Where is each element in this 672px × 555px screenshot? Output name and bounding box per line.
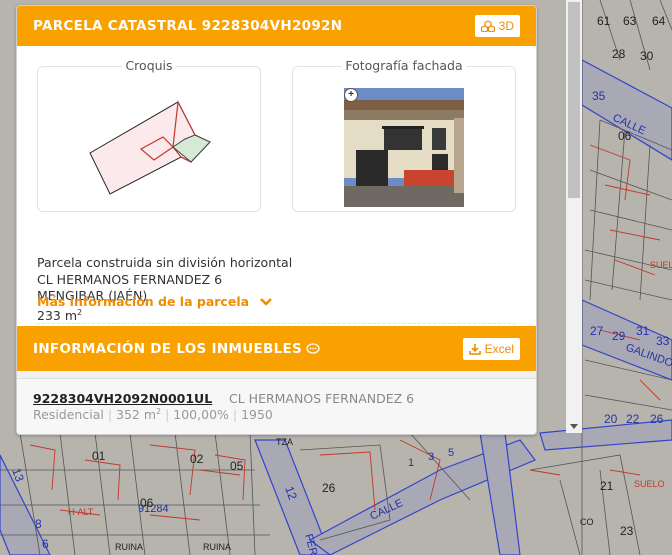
svg-text:30: 30 xyxy=(640,49,654,63)
svg-text:31: 31 xyxy=(636,324,650,338)
svg-text:6: 6 xyxy=(42,537,49,551)
view-3d-button[interactable]: 3D xyxy=(474,15,520,37)
svg-text:23: 23 xyxy=(620,524,634,538)
property-row[interactable]: 9228304VH2092N0001UL CL HERMANOS FERNAND… xyxy=(17,378,536,434)
svg-text:02: 02 xyxy=(190,452,204,466)
parcel-title: PARCELA CATASTRAL 9228304VH2092N xyxy=(33,18,343,34)
cubes-icon xyxy=(480,20,495,32)
svg-text:CO: CO xyxy=(580,517,594,527)
svg-text:28: 28 xyxy=(612,47,626,61)
facade-label: Fotografía fachada xyxy=(342,58,466,73)
svg-text:SUELO: SUELO xyxy=(650,260,672,270)
property-use: Residencial xyxy=(33,407,104,423)
svg-text:27: 27 xyxy=(590,324,604,338)
property-reference-link[interactable]: 9228304VH2092N0001UL xyxy=(33,391,212,406)
facade-image xyxy=(344,88,464,207)
chevron-down-icon xyxy=(260,297,272,306)
svg-text:26: 26 xyxy=(650,412,664,426)
svg-text:21: 21 xyxy=(600,479,614,493)
svg-text:64: 64 xyxy=(652,14,666,28)
panel-scrollbar[interactable] xyxy=(566,0,582,433)
parcel-info-panel: PARCELA CATASTRAL 9228304VH2092N 3D Croq… xyxy=(16,5,537,435)
divider xyxy=(37,323,516,324)
parcel-header: PARCELA CATASTRAL 9228304VH2092N 3D xyxy=(17,6,536,46)
svg-text:26: 26 xyxy=(322,481,336,495)
svg-text:H-ALT: H-ALT xyxy=(68,507,94,517)
svg-text:61: 61 xyxy=(597,14,611,28)
more-info-link[interactable]: Más información de la parcela xyxy=(37,294,273,309)
svg-text:5: 5 xyxy=(448,447,454,459)
sketch-card[interactable]: Croquis xyxy=(37,58,261,212)
svg-text:TZA: TZA xyxy=(276,437,293,447)
excel-export-button[interactable]: Excel xyxy=(462,337,520,360)
svg-text:3: 3 xyxy=(428,451,434,463)
property-share: 100,00% xyxy=(173,407,229,423)
svg-text:05: 05 xyxy=(230,459,244,473)
properties-title: INFORMACIÓN DE LOS INMUEBLES xyxy=(33,340,303,357)
svg-text:20: 20 xyxy=(604,412,618,426)
svg-text:8: 8 xyxy=(35,517,42,531)
parcel-address: CL HERMANOS FERNANDEZ 6 xyxy=(37,271,223,287)
svg-text:29: 29 xyxy=(612,329,626,343)
svg-text:63: 63 xyxy=(623,14,637,28)
svg-text:22: 22 xyxy=(626,412,640,426)
svg-text:1: 1 xyxy=(408,457,414,469)
facade-photo[interactable]: + xyxy=(344,88,464,207)
svg-text:RUINA: RUINA xyxy=(203,542,231,552)
property-area: 352 m xyxy=(116,407,157,423)
svg-text:35: 35 xyxy=(592,89,606,103)
comment-icon[interactable] xyxy=(306,342,320,355)
properties-header: INFORMACIÓN DE LOS INMUEBLES Excel xyxy=(17,326,536,371)
scrollbar-thumb[interactable] xyxy=(568,2,580,198)
svg-text:01: 01 xyxy=(92,449,106,463)
facade-card[interactable]: Fotografía fachada + xyxy=(292,58,516,212)
svg-text:RUINA: RUINA xyxy=(115,542,143,552)
svg-text:SUELO: SUELO xyxy=(634,479,665,489)
zoom-in-icon[interactable]: + xyxy=(344,88,358,102)
parcel-type: Parcela construida sin división horizont… xyxy=(37,255,293,270)
download-icon xyxy=(468,343,481,355)
property-area-sup: 2 xyxy=(156,407,162,416)
view-3d-label: 3D xyxy=(498,19,514,33)
svg-text:33: 33 xyxy=(656,334,670,348)
more-info-label: Más información de la parcela xyxy=(37,294,250,309)
property-meta: Residencial | 352 m2 | 100,00% | 1950 xyxy=(33,407,273,423)
svg-text:06: 06 xyxy=(140,496,154,510)
property-year: 1950 xyxy=(241,407,273,423)
parcel-details: Parcela construida sin división horizont… xyxy=(37,255,292,324)
parcel-area-value: 233 m xyxy=(37,307,78,323)
sketch-label: Croquis xyxy=(122,58,176,73)
parcel-body: Croquis Fotografía fachada + Parcela con… xyxy=(17,46,536,326)
property-address: CL HERMANOS FERNANDEZ 6 xyxy=(229,391,415,406)
parcel-sketch xyxy=(89,99,211,195)
excel-label: Excel xyxy=(484,341,514,356)
scroll-down-arrow-icon[interactable] xyxy=(570,424,578,429)
